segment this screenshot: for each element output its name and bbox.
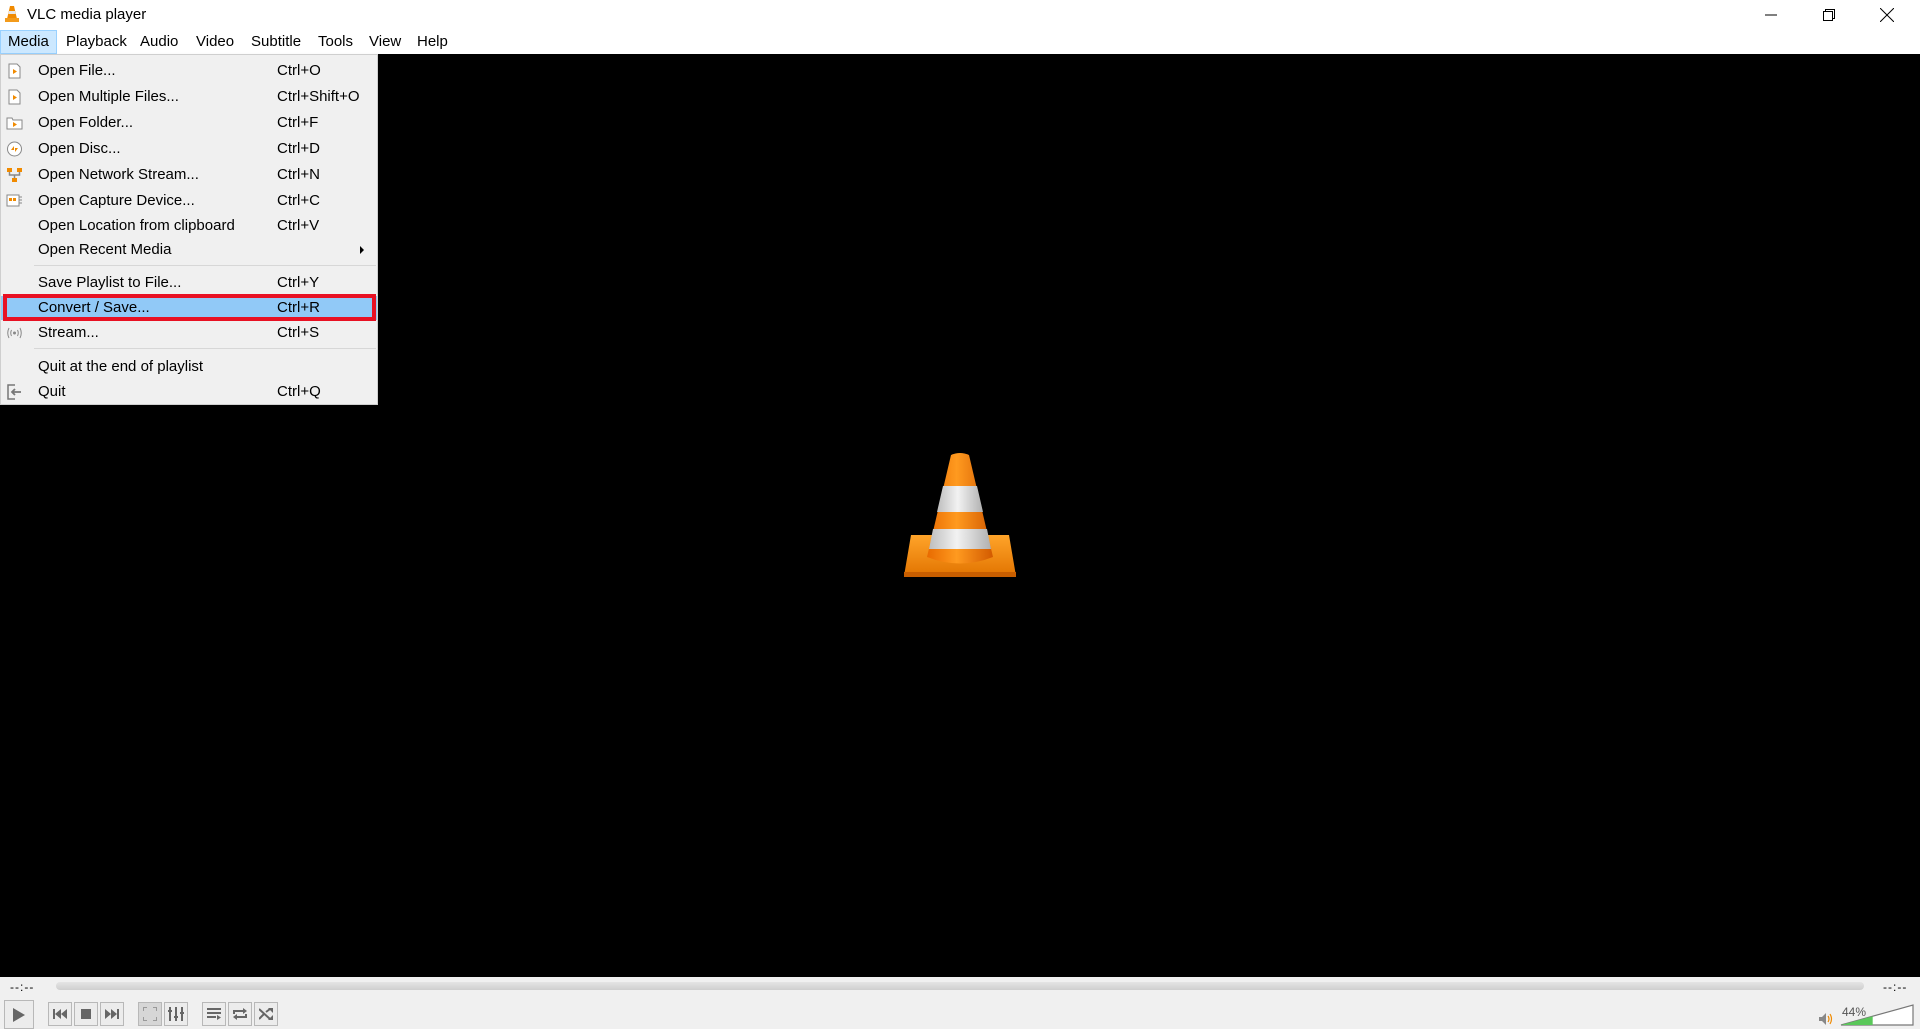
seek-bar[interactable] (56, 982, 1864, 990)
menu-item-shortcut: Ctrl+N (277, 166, 320, 183)
restore-icon (1823, 9, 1835, 21)
menu-item-open-recent-media[interactable]: Open Recent Media (1, 238, 377, 262)
menu-item-quit[interactable]: Quit Ctrl+Q (1, 380, 377, 404)
menu-item-label: Open Folder... (38, 114, 134, 131)
menu-item-quit-end-playlist[interactable]: Quit at the end of playlist (1, 355, 377, 379)
menu-view[interactable]: View (362, 30, 408, 54)
media-menu: Open File... Ctrl+O Open Multiple Files.… (0, 54, 378, 405)
menu-item-shortcut: Ctrl+Q (277, 383, 321, 400)
open-folder-icon (6, 117, 23, 130)
menu-audio[interactable]: Audio (133, 30, 185, 54)
previous-button[interactable] (48, 1002, 72, 1026)
menu-item-shortcut: Ctrl+F (277, 114, 319, 131)
minimize-button[interactable] (1742, 0, 1800, 30)
next-button[interactable] (100, 1002, 124, 1026)
menu-item-stream[interactable]: Stream... Ctrl+S (1, 321, 377, 345)
menu-separator (34, 265, 376, 266)
menu-item-shortcut: Ctrl+C (277, 192, 320, 209)
menu-item-label: Open Disc... (38, 140, 121, 157)
menu-item-shortcut: Ctrl+Shift+O (277, 88, 360, 105)
menu-item-shortcut: Ctrl+S (277, 324, 320, 341)
menu-item-shortcut: Ctrl+V (277, 217, 320, 234)
control-bar: --:-- --:-- 44% (0, 977, 1920, 1029)
menu-item-label: Convert / Save... (38, 299, 150, 316)
menu-item-convert-save[interactable]: Convert / Save... Ctrl+R (1, 296, 377, 320)
playlist-button[interactable] (202, 1002, 226, 1026)
quit-icon (7, 384, 21, 400)
menu-item-open-file[interactable]: Open File... Ctrl+O (1, 59, 377, 83)
stop-icon (81, 1009, 91, 1019)
speaker-icon[interactable] (1819, 1013, 1833, 1025)
open-multiple-files-icon (8, 89, 21, 105)
shuffle-button[interactable] (254, 1002, 278, 1026)
submenu-arrow-icon (360, 246, 364, 254)
title-bar: VLC media player (0, 0, 1920, 30)
play-button[interactable] (4, 1000, 34, 1029)
menu-item-label: Open Network Stream... (38, 166, 199, 183)
remaining-time: --:-- (1883, 980, 1908, 994)
open-file-icon (8, 63, 21, 79)
fullscreen-icon (143, 1007, 157, 1021)
close-icon (1880, 8, 1894, 22)
menu-item-save-playlist[interactable]: Save Playlist to File... Ctrl+Y (1, 271, 377, 295)
volume-slider[interactable] (1840, 1004, 1914, 1026)
vlc-cone-icon (5, 6, 19, 22)
equalizer-icon (168, 1007, 184, 1021)
menu-playback[interactable]: Playback (59, 30, 134, 54)
loop-icon (233, 1008, 247, 1020)
elapsed-time: --:-- (10, 980, 35, 994)
menu-item-open-location-clipboard[interactable]: Open Location from clipboard Ctrl+V (1, 214, 377, 238)
vlc-cone-logo (904, 453, 1016, 577)
play-icon (13, 1007, 25, 1022)
menu-separator (34, 348, 376, 349)
network-icon (7, 168, 22, 182)
disc-icon (7, 141, 22, 157)
menu-item-label: Open Multiple Files... (38, 88, 179, 105)
capture-device-icon (6, 194, 22, 207)
menu-subtitle[interactable]: Subtitle (244, 30, 308, 54)
playlist-icon (207, 1008, 221, 1020)
menu-item-shortcut: Ctrl+D (277, 140, 320, 157)
fullscreen-button[interactable] (138, 1002, 162, 1026)
extended-settings-button[interactable] (164, 1002, 188, 1026)
menu-video[interactable]: Video (189, 30, 241, 54)
menu-help[interactable]: Help (410, 30, 455, 54)
menu-item-open-folder[interactable]: Open Folder... Ctrl+F (1, 111, 377, 135)
next-icon (105, 1009, 119, 1019)
menu-media[interactable]: Media (0, 30, 57, 54)
restore-button[interactable] (1800, 0, 1858, 30)
menu-item-label: Open File... (38, 62, 116, 79)
menu-item-open-network-stream[interactable]: Open Network Stream... Ctrl+N (1, 163, 377, 187)
menu-item-open-disc[interactable]: Open Disc... Ctrl+D (1, 137, 377, 161)
menu-item-shortcut: Ctrl+O (277, 62, 321, 79)
menu-item-open-capture-device[interactable]: Open Capture Device... Ctrl+C (1, 189, 377, 213)
menu-item-shortcut: Ctrl+R (277, 299, 320, 316)
menu-item-label: Stream... (38, 324, 99, 341)
menu-item-label: Quit (38, 383, 66, 400)
stream-icon (7, 327, 22, 339)
menu-item-label: Open Recent Media (38, 241, 172, 258)
minimize-icon (1765, 14, 1777, 16)
loop-button[interactable] (228, 1002, 252, 1026)
menu-item-label: Quit at the end of playlist (38, 358, 204, 375)
menu-item-shortcut: Ctrl+Y (277, 274, 320, 291)
window-title: VLC media player (27, 6, 147, 23)
shuffle-icon (259, 1008, 273, 1020)
menu-tools[interactable]: Tools (311, 30, 360, 54)
stop-button[interactable] (74, 1002, 98, 1026)
menu-item-label: Open Location from clipboard (38, 217, 235, 234)
menu-item-open-multiple-files[interactable]: Open Multiple Files... Ctrl+Shift+O (1, 85, 377, 109)
previous-icon (53, 1009, 67, 1019)
close-button[interactable] (1858, 0, 1916, 30)
menu-item-label: Open Capture Device... (38, 192, 195, 209)
menu-bar: Media Playback Audio Video Subtitle Tool… (0, 30, 1920, 54)
menu-item-label: Save Playlist to File... (38, 274, 182, 291)
